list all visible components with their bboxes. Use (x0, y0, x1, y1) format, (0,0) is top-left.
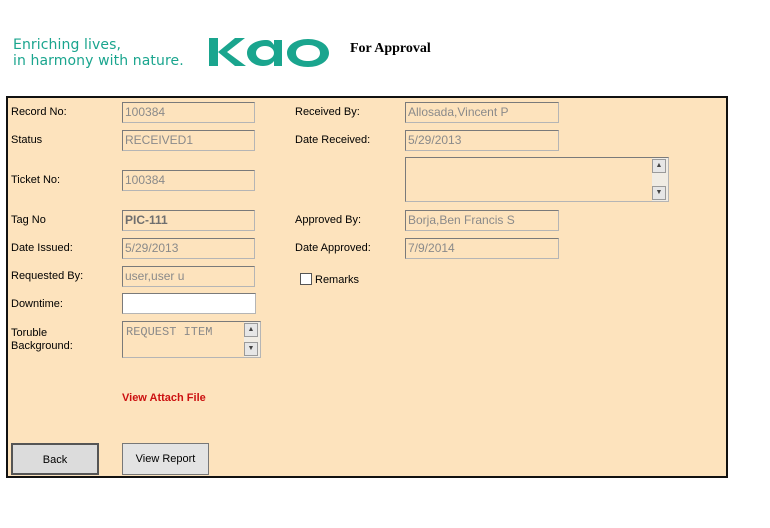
remarks-label: Remarks (315, 274, 360, 286)
ticket-no-label: Ticket No: (11, 174, 61, 186)
page-title: For Approval (350, 41, 431, 56)
scroll-down-arrow-icon[interactable]: ▼ (244, 342, 258, 356)
record-no-label: Record No: (11, 106, 67, 118)
trouble-background-textarea[interactable]: REQUEST ITEM ▲ ▼ (122, 321, 261, 358)
ticket-no-field[interactable]: 100384 (122, 170, 255, 191)
status-label: Status (11, 134, 43, 146)
trouble-background-label-line2: Background: (11, 340, 73, 352)
notes-scrollbar[interactable]: ▲ ▼ (652, 158, 668, 201)
tagline-line1: Enriching lives, (13, 37, 122, 53)
date-issued-label: Date Issued: (11, 242, 73, 254)
requested-by-label: Requested By: (11, 270, 84, 282)
scroll-up-arrow-icon[interactable]: ▲ (244, 323, 258, 337)
tagline-line2: in harmony with nature. (13, 53, 184, 69)
downtime-label: Downtime: (11, 298, 63, 310)
view-attach-file-link[interactable]: View Attach File (122, 392, 206, 404)
remarks-checkbox[interactable] (300, 273, 312, 285)
tag-no-field[interactable]: PIC-111 (122, 210, 255, 231)
date-approved-label: Date Approved: (295, 242, 371, 254)
trouble-background-scrollbar[interactable]: ▲ ▼ (244, 322, 260, 357)
tag-no-label: Tag No (11, 214, 46, 226)
date-received-field[interactable]: 5/29/2013 (405, 130, 559, 151)
approved-by-field[interactable]: Borja,Ben Francis S (405, 210, 559, 231)
trouble-background-label: Toruble Background: (11, 327, 73, 353)
scroll-down-arrow-icon[interactable]: ▼ (652, 186, 666, 200)
kao-logo (209, 38, 329, 67)
approved-by-label: Approved By: (295, 214, 362, 226)
received-by-field[interactable]: Allosada,Vincent P (405, 102, 559, 123)
date-approved-field[interactable]: 7/9/2014 (405, 238, 559, 259)
tagline: Enriching lives, in harmony with nature. (13, 37, 184, 69)
downtime-input[interactable] (122, 293, 256, 314)
requested-by-field[interactable]: user,user u (122, 266, 255, 287)
date-issued-field[interactable]: 5/29/2013 (122, 238, 255, 259)
scroll-up-arrow-icon[interactable]: ▲ (652, 159, 666, 173)
record-no-field[interactable]: 100384 (122, 102, 255, 123)
approval-form-panel (6, 96, 728, 478)
received-by-label: Received By: (295, 106, 360, 118)
view-report-button[interactable]: View Report (122, 443, 209, 475)
status-field[interactable]: RECEIVED1 (122, 130, 255, 151)
trouble-background-label-line1: Toruble (11, 327, 48, 339)
back-button[interactable]: Back (11, 443, 99, 475)
trouble-background-text: REQUEST ITEM (126, 325, 213, 339)
notes-textarea[interactable]: ▲ ▼ (405, 157, 669, 202)
date-received-label: Date Received: (295, 134, 371, 146)
